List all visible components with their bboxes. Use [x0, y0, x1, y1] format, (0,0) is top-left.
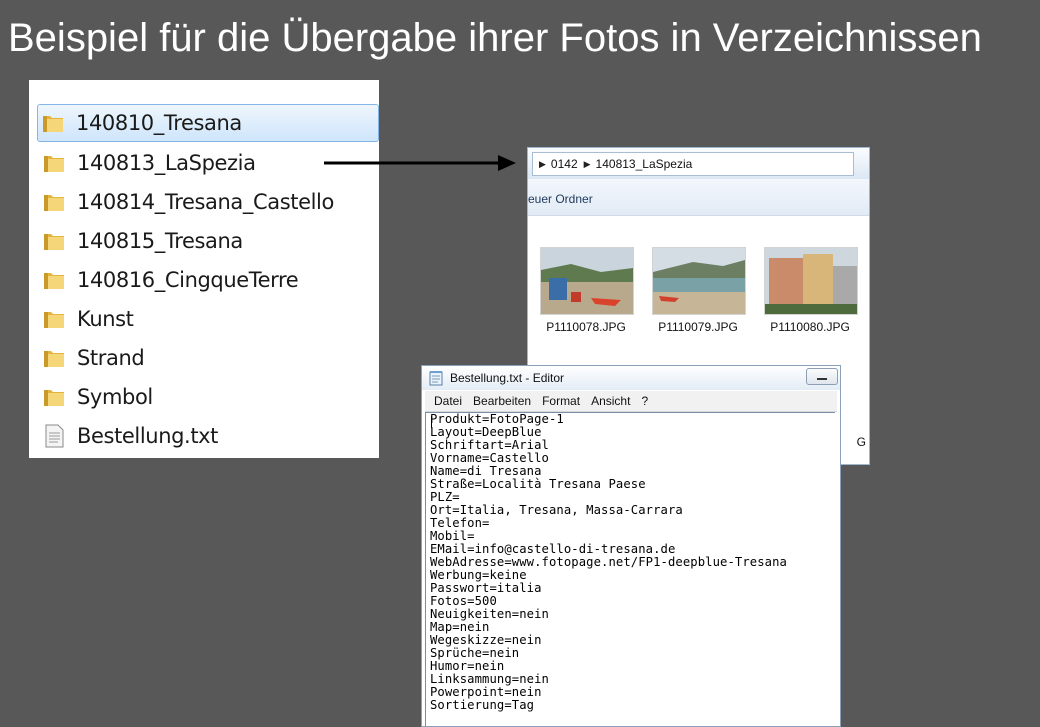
folder-icon — [44, 312, 64, 328]
thumbnail-label: P1110079.JPG — [658, 320, 738, 334]
file-label: Bestellung.txt — [77, 424, 219, 448]
folder-item-140810[interactable]: 140810_Tresana — [37, 104, 379, 142]
folder-icon — [43, 116, 63, 132]
breadcrumb-item[interactable]: 140813_LaSpezia — [596, 157, 693, 171]
new-folder-button[interactable]: euer Ordner — [528, 192, 593, 206]
text-line: Telefon= — [430, 516, 490, 530]
folder-item-symbol[interactable]: Symbol — [39, 379, 375, 415]
folder-label: Kunst — [77, 307, 134, 331]
photo-thumbnail[interactable] — [652, 247, 746, 315]
notepad-icon — [429, 371, 443, 386]
address-bar: ▶ 0142 ▶ 140813_LaSpezia — [528, 148, 869, 180]
folder-label: Symbol — [77, 385, 153, 409]
folder-icon — [44, 273, 64, 289]
text-file-icon — [45, 424, 64, 448]
text-line: Ort=Italia, Tresana, Massa-Carrara — [430, 503, 683, 517]
folder-label: 140814_Tresana_Castello — [77, 190, 334, 214]
menu-datei[interactable]: Datei — [434, 394, 462, 408]
text-line: Neuigkeiten=nein — [430, 607, 549, 621]
menu-ansicht[interactable]: Ansicht — [591, 394, 630, 408]
folder-icon — [44, 351, 64, 367]
folder-item-140815[interactable]: 140815_Tresana — [39, 223, 375, 259]
thumbnail-label: P1110078.JPG — [546, 320, 626, 334]
breadcrumb[interactable]: ▶ 0142 ▶ 140813_LaSpezia — [532, 152, 854, 176]
notepad-title: Bestellung.txt - Editor — [450, 371, 565, 385]
folder-icon — [44, 195, 64, 211]
photo-thumbnail[interactable] — [764, 247, 858, 315]
minimize-button[interactable] — [806, 368, 838, 385]
chevron-right-icon: ▶ — [583, 158, 591, 169]
menu-bar: Datei Bearbeiten Format Ansicht ? — [425, 391, 837, 412]
folder-label: Strand — [77, 346, 145, 370]
explorer-toolbar: euer Ordner — [528, 179, 869, 216]
menu-format[interactable]: Format — [542, 394, 580, 408]
folder-label: 140813_LaSpezia — [77, 151, 256, 175]
folder-label: 140816_CingqueTerre — [77, 268, 299, 292]
menu-help[interactable]: ? — [641, 394, 648, 408]
folder-item-140816[interactable]: 140816_CingqueTerre — [39, 262, 375, 298]
folder-item-kunst[interactable]: Kunst — [39, 301, 375, 337]
folder-list: 140810_Tresana 140813_LaSpezia 140814_Tr… — [29, 80, 379, 458]
thumbnail-label: P1110080.JPG — [770, 320, 850, 334]
folder-icon — [44, 390, 64, 406]
notepad-window: Bestellung.txt - Editor Datei Bearbeiten… — [421, 365, 841, 727]
notepad-titlebar[interactable]: Bestellung.txt - Editor — [422, 366, 840, 390]
chevron-right-icon: ▶ — [539, 158, 546, 169]
file-item-bestellung[interactable]: Bestellung.txt — [39, 418, 375, 454]
folder-item-140814[interactable]: 140814_Tresana_Castello — [39, 184, 375, 220]
slide-title: Beispiel für die Übergabe ihrer Fotos in… — [8, 16, 982, 60]
folder-item-strand[interactable]: Strand — [39, 340, 375, 376]
folder-label: 140815_Tresana — [77, 229, 243, 253]
breadcrumb-item[interactable]: 0142 — [551, 157, 578, 171]
folder-icon — [44, 156, 64, 172]
text-line: Sortierung=Tag — [430, 698, 535, 712]
folder-icon — [44, 234, 64, 250]
arrow-right-icon — [324, 155, 516, 171]
text-caret — [431, 416, 432, 428]
text-line: Straße=Località Tresana Paese — [430, 477, 646, 491]
text-editor-area[interactable]: Produkt=FotoPage-1 Layout=DeepBlue Schri… — [425, 412, 835, 726]
menu-bearbeiten[interactable]: Bearbeiten — [473, 394, 531, 408]
folder-label: 140810_Tresana — [76, 111, 242, 135]
photo-thumbnail[interactable] — [540, 247, 634, 315]
